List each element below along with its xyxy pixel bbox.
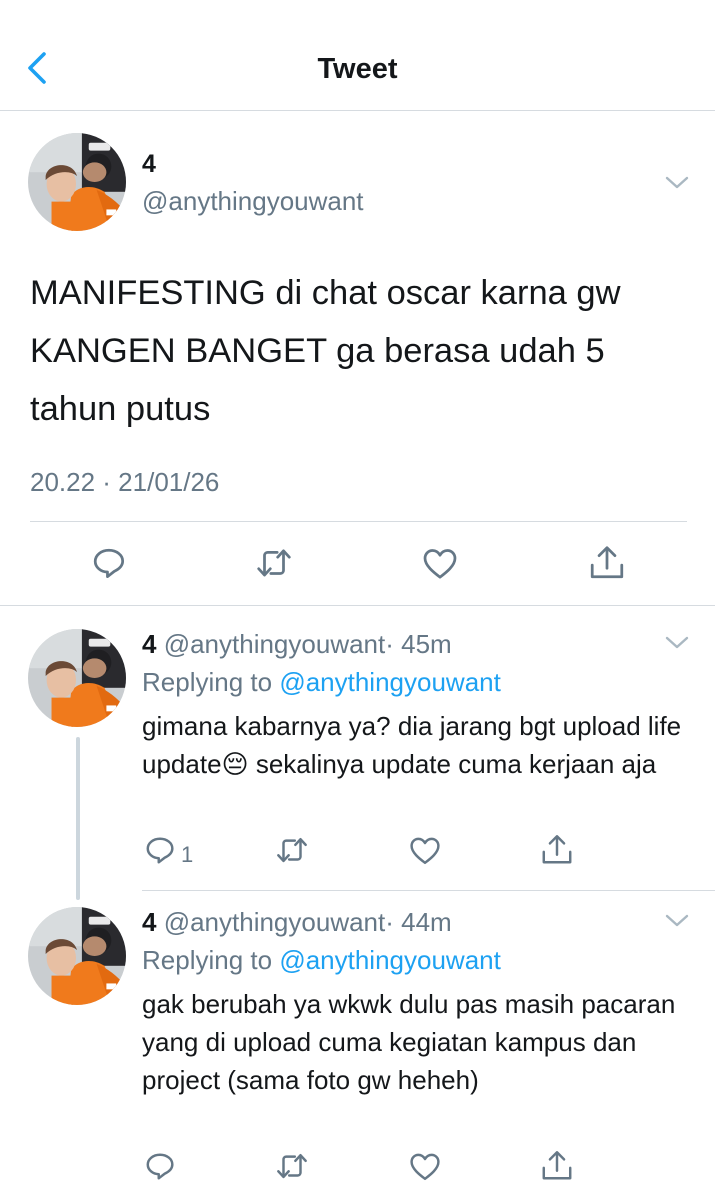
reply-count: 1 xyxy=(181,842,194,867)
author-handle[interactable]: @anythingyouwant xyxy=(164,629,386,659)
reply-icon[interactable] xyxy=(144,1150,178,1184)
replying-to: Replying to @anythingyouwant xyxy=(142,945,501,976)
tweet-timestamp[interactable]: 20.22 · 21/01/26 xyxy=(30,467,219,498)
author-handle[interactable]: @anythingyouwant xyxy=(164,907,386,937)
author-handle[interactable]: @anythingyouwant xyxy=(142,186,364,217)
reply-header[interactable]: 4 @anythingyouwant· 44m xyxy=(142,907,452,938)
reply-age: · 45m xyxy=(385,629,452,659)
chevron-down-icon[interactable] xyxy=(664,174,690,192)
page-title: Tweet xyxy=(317,53,398,85)
replying-to-mention[interactable]: @anythingyouwant xyxy=(279,945,501,975)
retweet-icon[interactable] xyxy=(274,834,310,868)
like-icon[interactable] xyxy=(408,834,442,868)
chevron-down-icon[interactable] xyxy=(664,634,690,652)
replying-to: Replying to @anythingyouwant xyxy=(142,667,501,698)
reply-icon[interactable] xyxy=(144,834,178,868)
reply-text: gimana kabarnya ya? dia jarang bgt uploa… xyxy=(142,711,682,779)
author-name[interactable]: 4 xyxy=(142,629,156,659)
retweet-icon[interactable] xyxy=(254,545,294,583)
replying-to-label: Replying to xyxy=(142,667,273,697)
thread-connector-line xyxy=(76,737,80,900)
avatar[interactable] xyxy=(28,907,126,1005)
reply-header[interactable]: 4 @anythingyouwant· 45m xyxy=(142,629,452,660)
share-icon[interactable] xyxy=(540,833,574,867)
chevron-down-icon[interactable] xyxy=(664,912,690,930)
share-icon[interactable] xyxy=(540,1149,574,1183)
navigation-bar: Tweet xyxy=(0,0,715,111)
replying-to-label: Replying to xyxy=(142,945,273,975)
avatar[interactable] xyxy=(28,133,126,231)
like-icon[interactable] xyxy=(421,545,459,583)
divider xyxy=(142,890,715,891)
reply-age: · 44m xyxy=(385,907,452,937)
divider xyxy=(30,521,687,522)
reply-text: gak berubah ya wkwk dulu pas masih pacar… xyxy=(142,989,676,1095)
replying-to-mention[interactable]: @anythingyouwant xyxy=(279,667,501,697)
reply-icon[interactable] xyxy=(91,545,129,583)
avatar[interactable] xyxy=(28,629,126,727)
share-icon[interactable] xyxy=(588,544,626,582)
author-name[interactable]: 4 xyxy=(142,907,156,937)
tweet-text: MANIFESTING di chat oscar karna gw KANGE… xyxy=(30,274,621,428)
like-icon[interactable] xyxy=(408,1150,442,1184)
retweet-icon[interactable] xyxy=(274,1150,310,1184)
divider xyxy=(0,605,715,606)
author-name[interactable]: 4 xyxy=(142,150,156,179)
